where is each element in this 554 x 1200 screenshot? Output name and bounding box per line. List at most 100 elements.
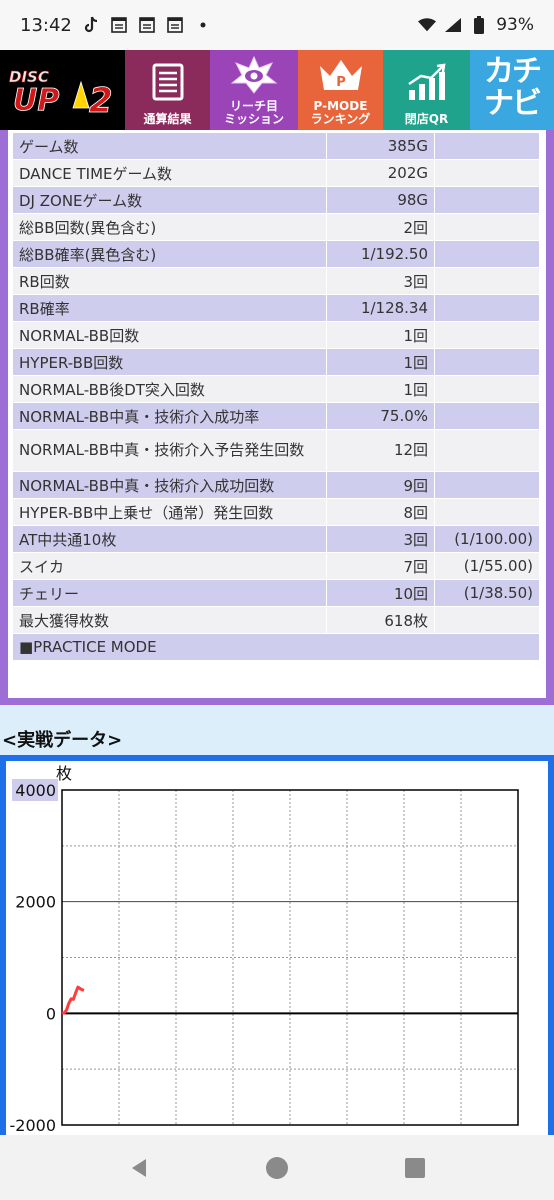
stats-label: AT中共通10枚 [11, 525, 328, 553]
kachinavi-logo: カチナビ [484, 54, 542, 121]
stats-label: 最大獲得枚数 [11, 606, 328, 634]
signal-icon [444, 16, 462, 34]
stats-label: RB回数 [11, 267, 328, 295]
stats-row: NORMAL-BB中真・技術介入予告発生回数 12回 [11, 429, 540, 472]
stats-extra [434, 159, 540, 187]
stats-row: RB確率 1/128.34 [11, 294, 540, 322]
nav-total-results-button[interactable]: 通算結果 [125, 50, 210, 130]
crown-icon: P [319, 60, 362, 90]
stats-label: HYPER-BB中上乗せ（通常）発生回数 [11, 498, 328, 526]
stats-row: RB回数 3回 [11, 267, 540, 295]
stats-value: 618枚 [326, 606, 436, 634]
stats-value: 3回 [326, 525, 436, 553]
practice-mode-row[interactable]: ■PRACTICE MODE [12, 633, 540, 661]
star-badge-icon [230, 55, 278, 94]
stats-extra [434, 471, 540, 499]
stats-extra [434, 402, 540, 430]
nav-label-reach-mission: リーチ目 ミッション [223, 99, 284, 126]
battery-icon [470, 16, 488, 34]
stats-value: 1回 [326, 375, 436, 403]
stats-label: HYPER-BB回数 [11, 348, 328, 376]
app-navigation: DISC UP 2 通算結果 リーチ目 ミッション P P-MODE ランキング… [0, 50, 554, 130]
stats-label: DANCE TIMEゲーム数 [11, 159, 328, 187]
stats-extra [434, 429, 540, 472]
stats-row: DANCE TIMEゲーム数 202G [11, 159, 540, 187]
stats-extra [434, 321, 540, 349]
document-icon [152, 63, 183, 100]
stats-row: スイカ 7回 (1/55.00) [11, 552, 540, 580]
stats-value: 7回 [326, 552, 436, 580]
stats-row: HYPER-BB回数 1回 [11, 348, 540, 376]
home-circle-icon [266, 1156, 288, 1179]
stats-value: 75.0% [326, 402, 436, 430]
stats-extra [434, 132, 540, 160]
stats-row: AT中共通10枚 3回 (1/100.00) [11, 525, 540, 553]
stats-row: 総BB確率(異色含む) 1/192.50 [11, 240, 540, 268]
stats-label: NORMAL-BB後DT突入回数 [11, 375, 328, 403]
section-title: <実戦データ> [2, 730, 123, 751]
practice-mode-label: ■PRACTICE MODE [12, 633, 540, 661]
disc-up-2-logo[interactable]: DISC UP 2 [0, 50, 125, 130]
nav-pmode-ranking-button[interactable]: P P-MODE ランキング [298, 50, 383, 130]
stats-extra [434, 606, 540, 634]
stats-row: NORMAL-BB中真・技術介入成功率 75.0% [11, 402, 540, 430]
stats-value: 385G [326, 132, 436, 160]
stats-label: DJ ZONEゲーム数 [11, 186, 328, 214]
stats-label: NORMAL-BB中真・技術介入予告発生回数 [11, 429, 328, 472]
nav-label-total-results: 通算結果 [143, 112, 192, 126]
stats-value: 1回 [326, 321, 436, 349]
stats-value: 2回 [326, 213, 436, 241]
stats-extra [434, 267, 540, 295]
stats-label: NORMAL-BB中真・技術介入成功回数 [11, 471, 328, 499]
status-time: 13:42 [20, 14, 72, 36]
stats-value: 9回 [326, 471, 436, 499]
stats-row: ゲーム数 385G [11, 132, 540, 160]
wifi-icon [418, 16, 437, 34]
stats-label: RB確率 [11, 294, 328, 322]
stats-row: 最大獲得枚数 618枚 [11, 606, 540, 634]
chart-up-icon [407, 63, 445, 100]
stats-extra [434, 498, 540, 526]
back-button[interactable] [119, 1148, 159, 1188]
y-tick-label: 0 [46, 1004, 56, 1023]
stats-row: チェリー 10回 (1/38.50) [11, 579, 540, 607]
stats-value: 3回 [326, 267, 436, 295]
stats-extra [434, 240, 540, 268]
stats-label: チェリー [11, 579, 328, 607]
series-line [61, 985, 85, 1015]
nav-label-pmode-ranking: P-MODE ランキング [310, 99, 371, 126]
stats-row: NORMAL-BB後DT突入回数 1回 [11, 375, 540, 403]
recents-square-icon [405, 1157, 425, 1178]
more-dot-icon [194, 16, 212, 34]
stats-row: 総BB回数(異色含む) 2回 [11, 213, 540, 241]
status-bar: 13:42 93% [0, 0, 554, 50]
stats-label: 総BB回数(異色含む) [11, 213, 328, 241]
y-tick-label: 2000 [15, 893, 56, 912]
home-button[interactable] [257, 1148, 297, 1188]
stats-extra: (1/100.00) [434, 525, 540, 553]
stats-extra: (1/38.50) [434, 579, 540, 607]
logo-text-2: 2 [89, 81, 113, 120]
y-tick-label: -2000 [10, 1116, 57, 1135]
nav-label-closing-qr: 閉店QR [404, 112, 449, 126]
stats-label: 総BB確率(異色含む) [11, 240, 328, 268]
stats-card: ゲーム数 385G DANCE TIMEゲーム数 202G DJ ZONEゲーム数 98G… [0, 130, 554, 705]
notification-doc-icon [166, 16, 184, 34]
stats-label: NORMAL-BB回数 [11, 321, 328, 349]
stats-value: 202G [326, 159, 436, 187]
system-nav-bar [0, 1135, 554, 1200]
kachinavi-brand-button[interactable]: カチナビ [470, 50, 554, 130]
nav-closing-qr-button[interactable]: 閉店QR [383, 50, 470, 130]
notification-doc-icon [110, 16, 128, 34]
battery-percent: 93% [496, 15, 534, 35]
recents-button[interactable] [395, 1148, 435, 1188]
stats-extra [434, 213, 540, 241]
nav-reach-mission-button[interactable]: リーチ目 ミッション [210, 50, 298, 130]
chart-frame: 400020000-2000枚02000400060008000 [0, 755, 554, 1145]
play-data-chart: 400020000-2000枚02000400060008000 [10, 764, 549, 1145]
y-tick-label: 4000 [15, 781, 56, 800]
stats-row: HYPER-BB中上乗せ（通常）発生回数 8回 [11, 498, 540, 526]
stats-value: 1/128.34 [326, 294, 436, 322]
stats-row: NORMAL-BB中真・技術介入成功回数 9回 [11, 471, 540, 499]
stats-value: 12回 [326, 429, 436, 472]
